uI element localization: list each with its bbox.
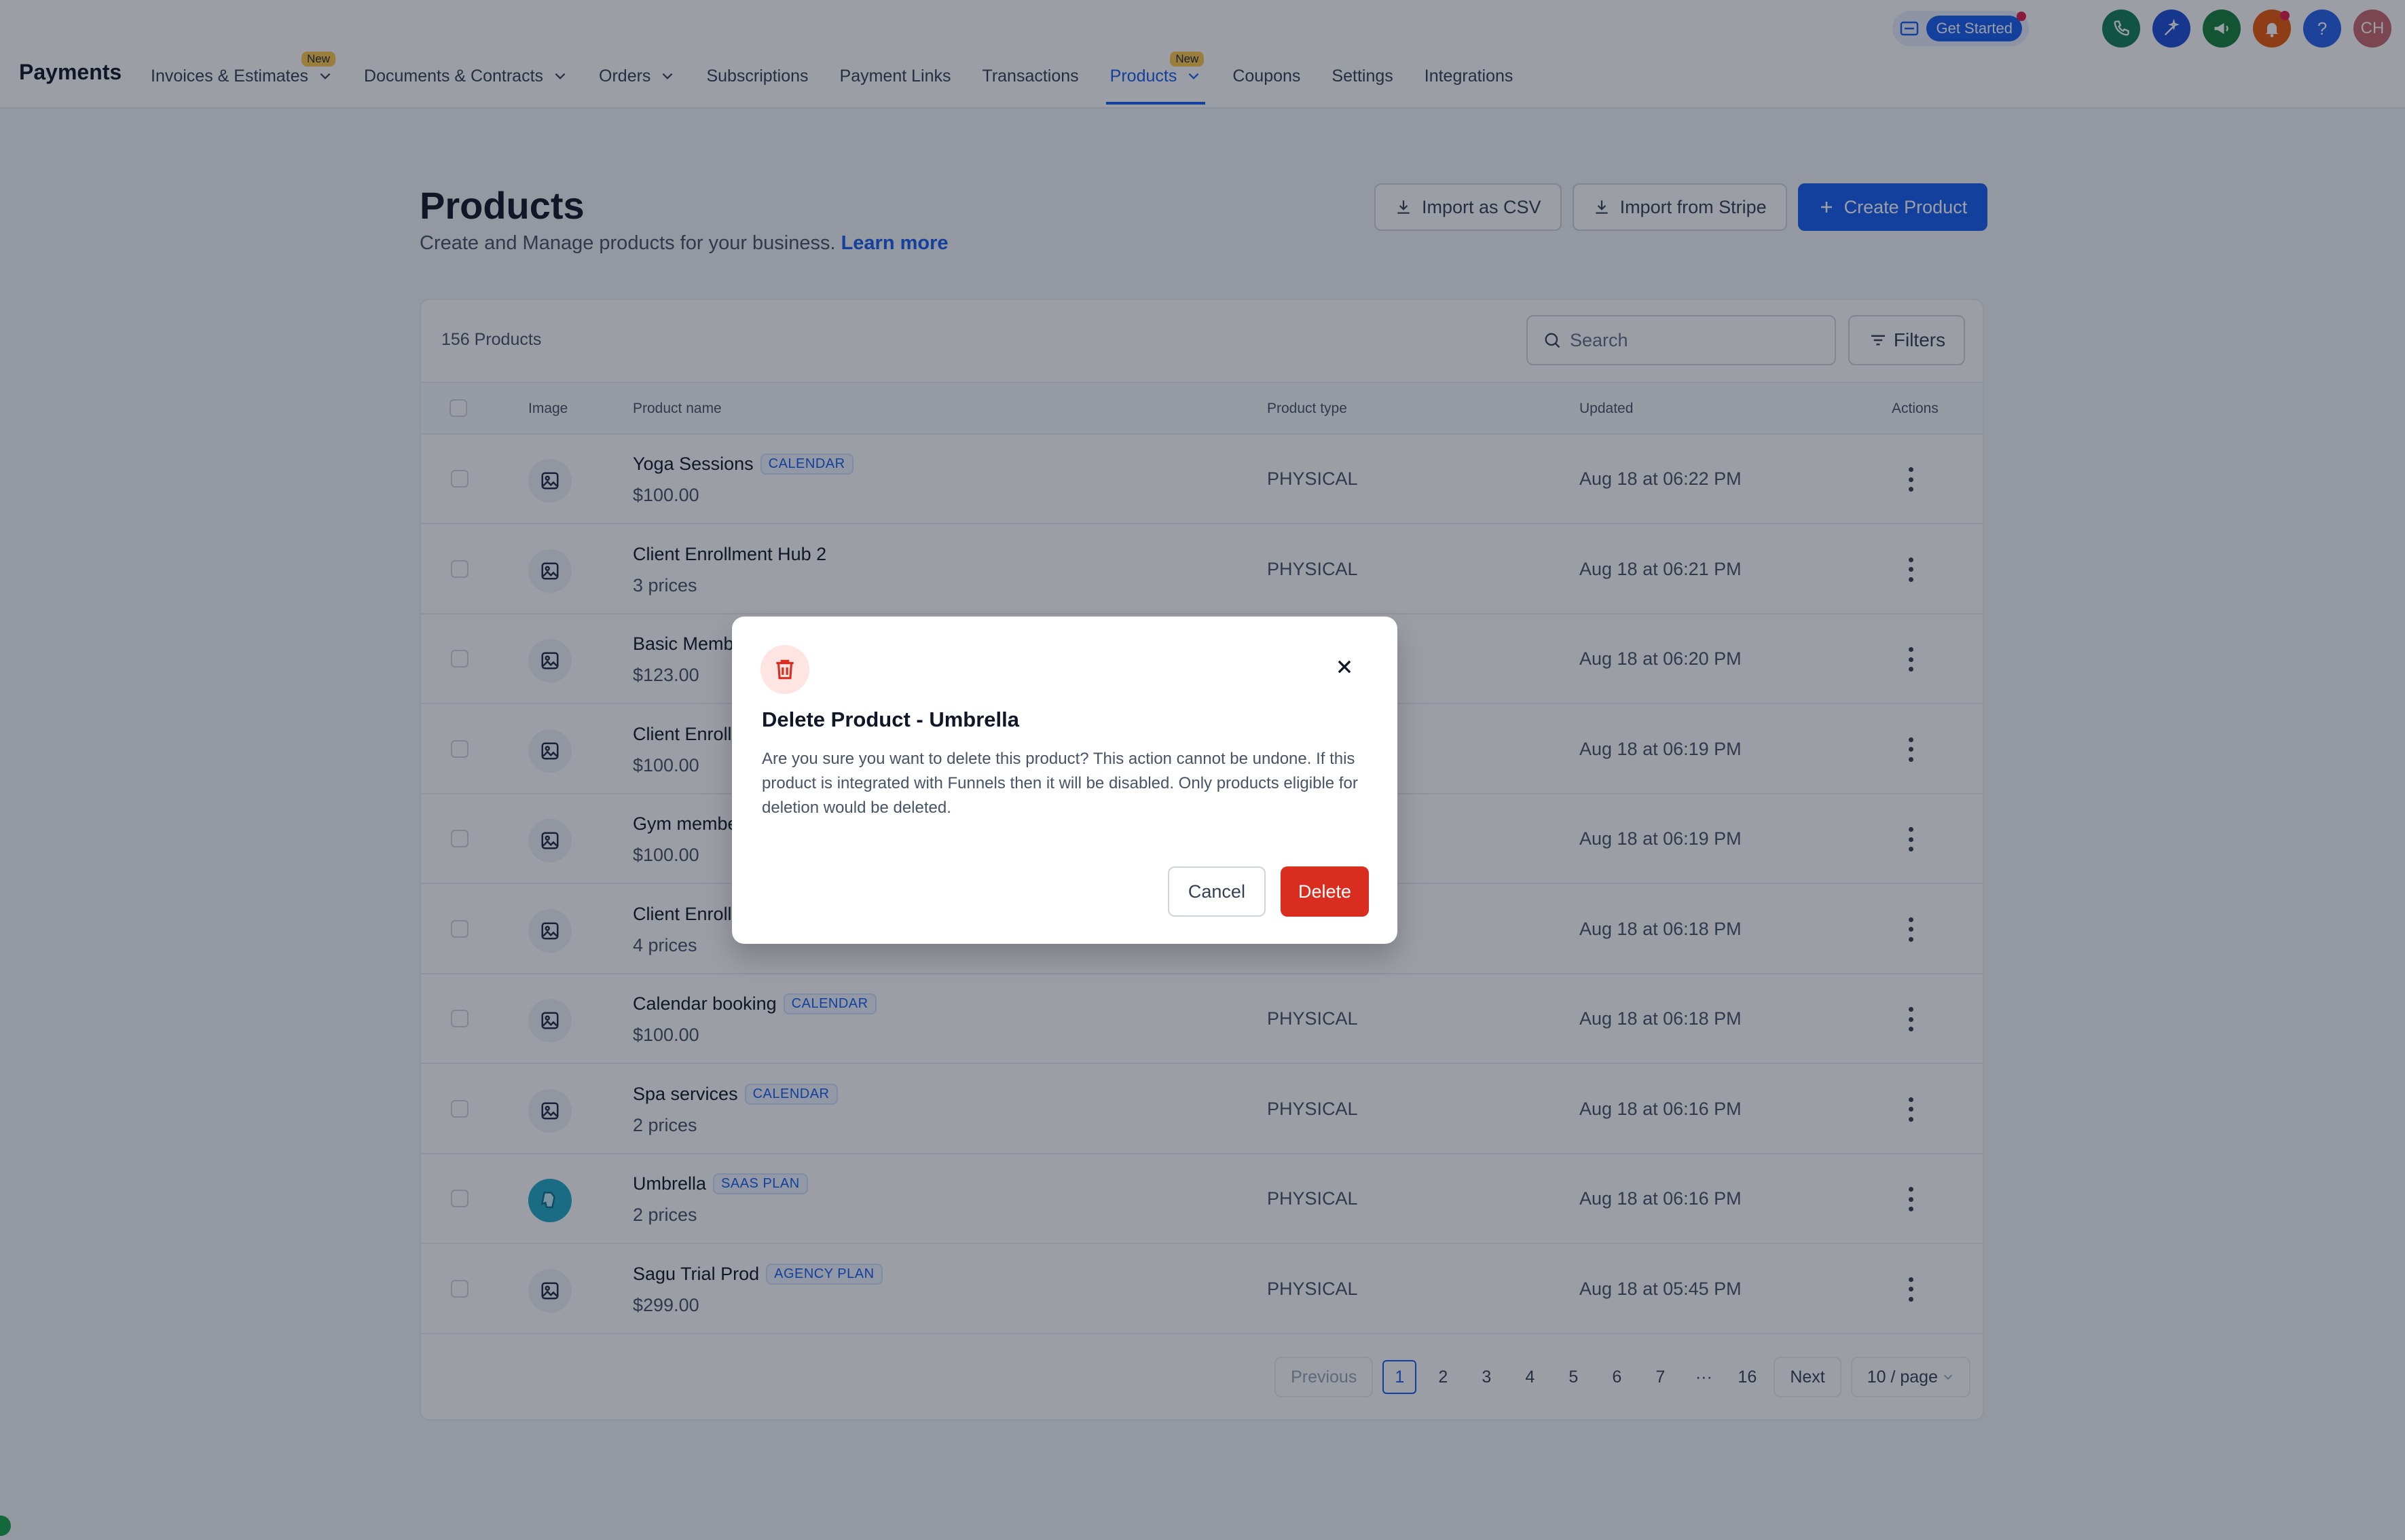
delete-button[interactable]: Delete	[1280, 866, 1369, 917]
delete-product-dialog: Delete Product - Umbrella Are you sure y…	[732, 617, 1397, 944]
dialog-actions: Cancel Delete	[1167, 866, 1369, 917]
dialog-message: Are you sure you want to delete this pro…	[762, 750, 1358, 817]
trash-icon	[760, 645, 809, 694]
close-icon[interactable]	[1331, 653, 1358, 680]
cancel-button[interactable]: Cancel	[1167, 866, 1266, 917]
dialog-title: Delete Product - Umbrella	[762, 708, 1019, 731]
